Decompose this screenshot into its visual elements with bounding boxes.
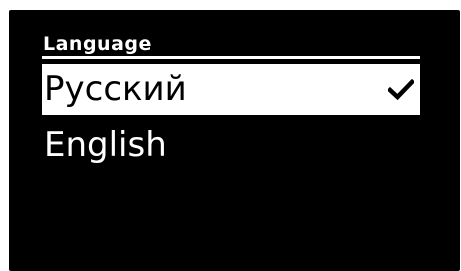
language-option-russian[interactable]: Русский [42,64,420,115]
language-menu: Русский English [42,64,420,171]
check-icon [388,79,414,100]
page-title: Language [43,33,152,55]
title-divider [42,56,420,59]
language-option-label: English [44,125,167,165]
language-option-label: Русский [44,69,187,109]
language-option-english[interactable]: English [42,120,420,171]
